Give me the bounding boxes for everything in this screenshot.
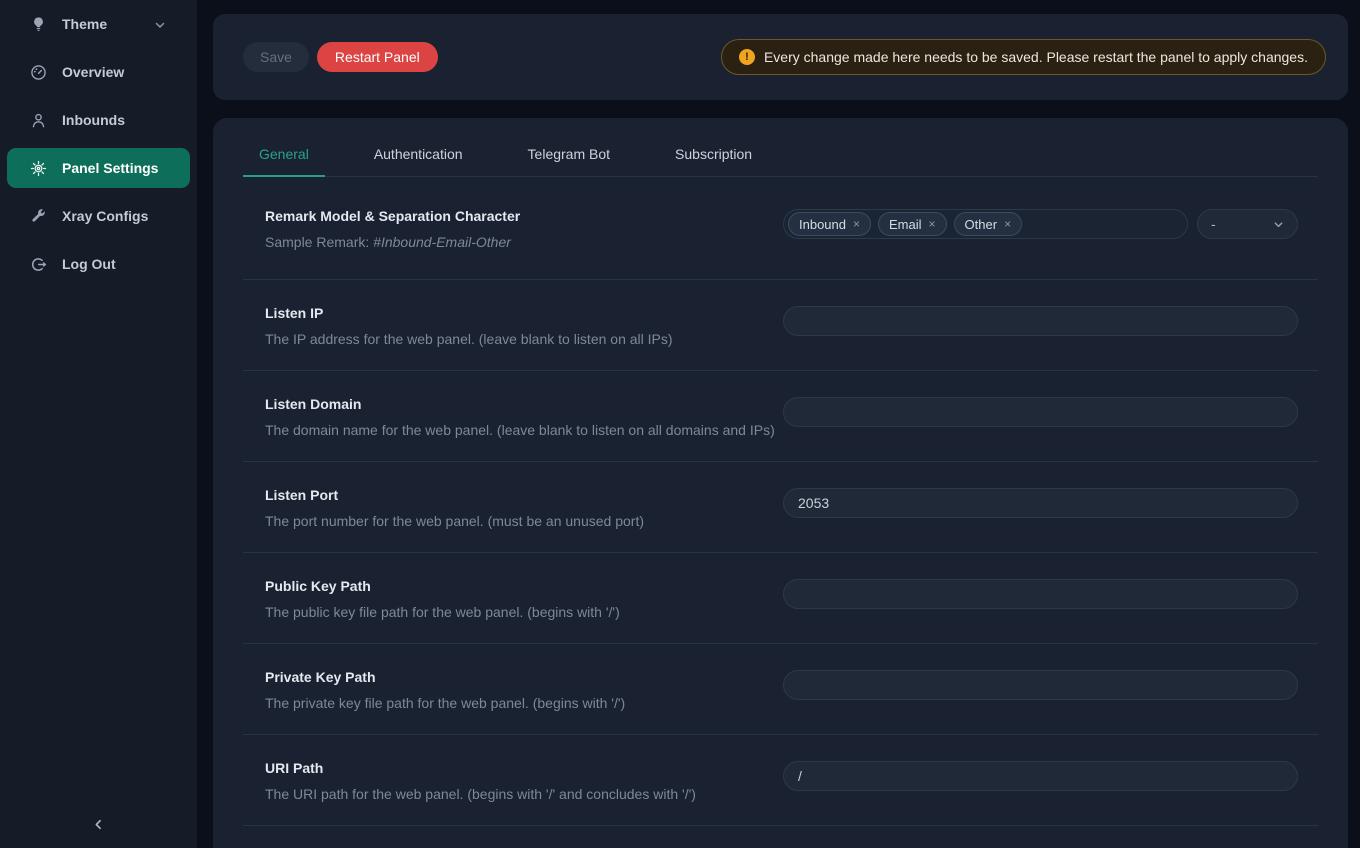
- row-title: Remark Model & Separation Character: [265, 208, 783, 224]
- separation-character-select[interactable]: -: [1197, 209, 1298, 239]
- form-row-listen-domain: Listen Domain The domain name for the we…: [243, 371, 1318, 462]
- form-row-private-key-path: Private Key Path The private key file pa…: [243, 644, 1318, 735]
- chevron-left-icon: [92, 818, 105, 836]
- listen-ip-input[interactable]: [783, 306, 1298, 336]
- row-description: The public key file path for the web pan…: [265, 604, 783, 620]
- listen-domain-input[interactable]: [783, 397, 1298, 427]
- listen-port-input[interactable]: [783, 488, 1298, 518]
- gear-icon: [30, 160, 47, 177]
- tab-general[interactable]: General: [243, 118, 325, 177]
- restart-panel-button[interactable]: Restart Panel: [317, 42, 438, 72]
- sidebar-item-log-out[interactable]: Log Out: [7, 244, 190, 284]
- remove-tag-icon[interactable]: ×: [929, 218, 936, 230]
- row-title: Private Key Path: [265, 669, 783, 685]
- sidebar-item-label: Overview: [62, 64, 124, 80]
- public-key-path-input[interactable]: [783, 579, 1298, 609]
- tag-email: Email ×: [878, 212, 947, 236]
- settings-tabs: General Authentication Telegram Bot Subs…: [243, 118, 1318, 177]
- row-title: Listen Port: [265, 487, 783, 503]
- row-description: The port number for the web panel. (must…: [265, 513, 783, 529]
- form-row-listen-port: Listen Port The port number for the web …: [243, 462, 1318, 553]
- row-description: The domain name for the web panel. (leav…: [265, 422, 783, 438]
- row-description: The IP address for the web panel. (leave…: [265, 331, 783, 347]
- tag-label: Email: [889, 217, 922, 232]
- tag-label: Other: [965, 217, 998, 232]
- theme-dropdown[interactable]: Theme: [7, 4, 190, 44]
- tab-subscription[interactable]: Subscription: [659, 118, 768, 177]
- main-content: Save Restart Panel ! Every change made h…: [213, 0, 1348, 848]
- form-row-public-key-path: Public Key Path The public key file path…: [243, 553, 1318, 644]
- theme-label: Theme: [62, 16, 107, 32]
- remove-tag-icon[interactable]: ×: [1004, 218, 1011, 230]
- sample-remark-prefix: Sample Remark:: [265, 234, 373, 250]
- sidebar-item-inbounds[interactable]: Inbounds: [7, 100, 190, 140]
- tag-other: Other ×: [954, 212, 1023, 236]
- private-key-path-input[interactable]: [783, 670, 1298, 700]
- row-title: Listen Domain: [265, 396, 783, 412]
- uri-path-input[interactable]: [783, 761, 1298, 791]
- tag-label: Inbound: [799, 217, 846, 232]
- row-title: Listen IP: [265, 305, 783, 321]
- tag-inbound: Inbound ×: [788, 212, 871, 236]
- sidebar-item-label: Inbounds: [62, 112, 125, 128]
- sidebar-item-label: Log Out: [62, 256, 116, 272]
- sidebar-item-label: Panel Settings: [62, 160, 158, 176]
- warning-icon: !: [739, 49, 755, 65]
- action-bar: Save Restart Panel ! Every change made h…: [213, 14, 1348, 100]
- chevron-down-icon: [1273, 219, 1284, 230]
- remark-model-multiselect[interactable]: Inbound × Email × Other ×: [783, 209, 1188, 239]
- gauge-icon: [30, 64, 47, 81]
- chevron-down-icon: [154, 18, 166, 30]
- form-row-listen-ip: Listen IP The IP address for the web pan…: [243, 280, 1318, 371]
- row-title: Public Key Path: [265, 578, 783, 594]
- alert-text: Every change made here needs to be saved…: [764, 49, 1308, 65]
- tab-telegram-bot[interactable]: Telegram Bot: [512, 118, 626, 177]
- row-title: URI Path: [265, 760, 783, 776]
- bulb-icon: [30, 16, 47, 33]
- restart-warning-alert: ! Every change made here needs to be sav…: [721, 39, 1326, 75]
- wrench-icon: [30, 208, 47, 225]
- form-row-uri-path: URI Path The URI path for the web panel.…: [243, 735, 1318, 826]
- sidebar-collapse-button[interactable]: [0, 810, 197, 844]
- save-button[interactable]: Save: [243, 42, 309, 72]
- remove-tag-icon[interactable]: ×: [853, 218, 860, 230]
- row-description: The URI path for the web panel. (begins …: [265, 786, 783, 802]
- row-description: Sample Remark: #Inbound-Email-Other: [265, 234, 783, 250]
- sidebar-item-overview[interactable]: Overview: [7, 52, 190, 92]
- settings-card: General Authentication Telegram Bot Subs…: [213, 118, 1348, 848]
- user-icon: [30, 112, 47, 129]
- sidebar-item-xray-configs[interactable]: Xray Configs: [7, 196, 190, 236]
- sidebar: Theme Overview Inbounds Panel Settings X…: [0, 0, 197, 848]
- form-row-remark-model: Remark Model & Separation Character Samp…: [243, 177, 1318, 280]
- sample-remark-value: #Inbound-Email-Other: [373, 234, 511, 250]
- sidebar-item-panel-settings[interactable]: Panel Settings: [7, 148, 190, 188]
- logout-icon: [30, 256, 47, 273]
- sidebar-item-label: Xray Configs: [62, 208, 148, 224]
- separator-value: -: [1211, 216, 1216, 232]
- row-description: The private key file path for the web pa…: [265, 695, 783, 711]
- tab-authentication[interactable]: Authentication: [358, 118, 479, 177]
